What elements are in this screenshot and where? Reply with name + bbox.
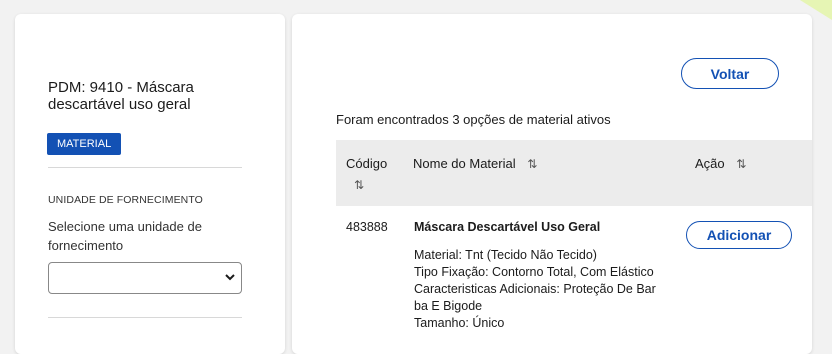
- table-header: [336, 140, 812, 206]
- pdm-title: PDM: 9410 - Máscara descartável uso gera…: [48, 79, 194, 113]
- detail-line: Tipo Fixação: Contorno Total, Com Elásti…: [414, 265, 654, 279]
- sort-icon: ⇅: [527, 157, 538, 171]
- column-header-code[interactable]: Código: [346, 155, 387, 173]
- fornecimento-select[interactable]: [48, 262, 242, 294]
- sort-icon: ⇅: [736, 157, 747, 171]
- detail-line: Tamanho: Único: [414, 316, 505, 330]
- pdm-sidebar: [15, 14, 285, 354]
- column-label-name: Nome do Material: [413, 156, 516, 171]
- back-button[interactable]: Voltar: [681, 58, 779, 89]
- row-code: 483888: [346, 220, 388, 234]
- column-label-code: Código: [346, 156, 388, 171]
- column-header-action[interactable]: Ação ⇅: [695, 155, 746, 173]
- row-material-name: Máscara Descartável Uso Geral: [414, 220, 601, 234]
- material-badge: MATERIAL: [47, 133, 122, 155]
- divider: [48, 317, 242, 318]
- column-label-action: Ação: [695, 156, 725, 171]
- results-count-text: Foram encontrados 3 opções de material a…: [336, 112, 611, 127]
- sort-icon[interactable]: ⇅: [354, 176, 364, 194]
- detail-line: ba E Bigode: [414, 299, 483, 313]
- column-header-name[interactable]: Nome do Material ⇅: [413, 155, 537, 173]
- fornecimento-help-text: Selecione uma unidade de fornecimento: [48, 219, 202, 253]
- row-material-details: Material: Tnt (Tecido Não Tecido) Tipo F…: [414, 247, 674, 332]
- add-button[interactable]: Adicionar: [686, 221, 792, 249]
- fornecimento-label: UNIDADE DE FORNECIMENTO: [48, 194, 203, 206]
- divider: [48, 167, 242, 168]
- detail-line: Caracteristicas Adicionais: Proteção De …: [414, 282, 656, 296]
- detail-line: Material: Tnt (Tecido Não Tecido): [414, 248, 597, 262]
- chevron-down-icon: [225, 274, 235, 281]
